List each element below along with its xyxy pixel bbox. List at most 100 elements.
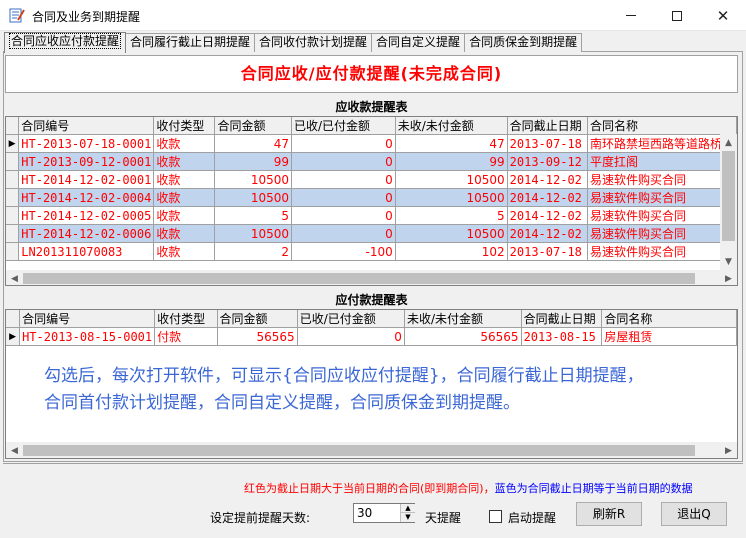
col-header[interactable]: 合同编号 xyxy=(19,310,156,328)
type-cell[interactable]: 收款 xyxy=(153,188,216,207)
table-row[interactable]: HT-2013-09-12-0001 收款 99 0 99 2013-09-12 平度扛阁 xyxy=(6,152,737,171)
scroll-left-icon[interactable]: ◀ xyxy=(6,442,23,458)
table-row[interactable]: HT-2014-12-02-0004 收款 10500 0 10500 2014-12-0… xyxy=(6,188,737,207)
paid-cell[interactable]: 0 xyxy=(291,206,396,225)
contract-name-cell[interactable]: 易速软件购买合同 xyxy=(587,188,737,207)
col-header[interactable]: 合同金额 xyxy=(214,117,292,135)
days-value[interactable]: 30 xyxy=(357,506,372,520)
contract-name-cell[interactable]: 南环路禁垣西路等道路桥梁 xyxy=(587,134,737,153)
amount-cell[interactable]: 10500 xyxy=(214,188,292,207)
due-date-cell[interactable]: 2013-09-12 xyxy=(507,152,588,171)
paid-cell[interactable]: 0 xyxy=(291,152,396,171)
col-header[interactable]: 合同编号 xyxy=(18,117,155,135)
amount-cell[interactable]: 10500 xyxy=(214,170,292,189)
contract-no-cell[interactable]: HT-2014-12-02-0004 xyxy=(18,188,155,207)
contract-name-cell[interactable]: 平度扛阁 xyxy=(587,152,737,171)
col-header[interactable]: 合同名称 xyxy=(587,117,737,135)
spin-down-icon[interactable]: ▼ xyxy=(401,513,415,522)
col-header[interactable]: 已收/已付金额 xyxy=(291,117,396,135)
col-header[interactable]: 合同名称 xyxy=(601,310,737,328)
unpaid-cell[interactable]: 10500 xyxy=(395,188,508,207)
receivable-vertical-scrollbar[interactable]: ▲ ▼ xyxy=(720,134,737,270)
days-spinner[interactable]: 30 ▲ ▼ xyxy=(353,503,415,523)
unpaid-cell[interactable]: 47 xyxy=(395,134,508,153)
paid-cell[interactable]: 0 xyxy=(297,327,405,346)
due-date-cell[interactable]: 2013-07-18 xyxy=(507,134,588,153)
startup-reminder-checkbox[interactable] xyxy=(489,510,502,523)
col-header[interactable]: 收付类型 xyxy=(153,117,216,135)
contract-no-cell[interactable]: HT-2013-09-12-0001 xyxy=(18,152,155,171)
scroll-thumb[interactable] xyxy=(722,151,735,241)
unpaid-cell[interactable]: 56565 xyxy=(404,327,522,346)
tab-custom-reminder[interactable]: 合同自定义提醒 xyxy=(371,33,466,52)
close-button[interactable]: ✕ xyxy=(700,0,746,31)
paid-cell[interactable]: 0 xyxy=(291,188,396,207)
startup-reminder-label[interactable]: 启动提醒 xyxy=(508,509,556,526)
contract-name-cell[interactable]: 易速软件购买合同 xyxy=(587,170,737,189)
due-date-cell[interactable]: 2013-08-15 xyxy=(521,327,603,346)
tab-receivable-payable[interactable]: 合同应收应付款提醒 xyxy=(4,32,127,53)
maximize-button[interactable] xyxy=(654,0,700,31)
amount-cell[interactable]: 99 xyxy=(214,152,292,171)
col-header[interactable]: 未收/未付金额 xyxy=(395,117,508,135)
receivable-grid[interactable]: 合同编号 收付类型 合同金额 已收/已付金额 未收/未付金额 合同截止日期 合同… xyxy=(5,116,738,286)
amount-cell[interactable]: 56565 xyxy=(217,327,298,346)
unpaid-cell[interactable]: 99 xyxy=(395,152,508,171)
due-date-cell[interactable]: 2014-12-02 xyxy=(507,224,588,243)
paid-cell[interactable]: 0 xyxy=(291,170,396,189)
col-header[interactable]: 合同截止日期 xyxy=(507,117,588,135)
scroll-left-icon[interactable]: ◀ xyxy=(6,270,23,285)
amount-cell[interactable]: 2 xyxy=(214,242,292,261)
table-row[interactable]: ▶ HT-2013-07-18-0001 收款 47 0 47 2013-07-18 南环路禁… xyxy=(6,134,737,153)
type-cell[interactable]: 收款 xyxy=(153,152,216,171)
paid-cell[interactable]: -100 xyxy=(291,242,396,261)
type-cell[interactable]: 收款 xyxy=(153,224,216,243)
scroll-down-icon[interactable]: ▼ xyxy=(720,253,737,270)
scroll-up-icon[interactable]: ▲ xyxy=(720,134,737,151)
scroll-thumb[interactable] xyxy=(23,273,695,284)
unpaid-cell[interactable]: 10500 xyxy=(395,224,508,243)
type-cell[interactable]: 收款 xyxy=(153,206,216,225)
minimize-button[interactable] xyxy=(608,0,654,31)
due-date-cell[interactable]: 2014-12-02 xyxy=(507,206,588,225)
contract-name-cell[interactable]: 易速软件购买合同 xyxy=(587,206,737,225)
paid-cell[interactable]: 0 xyxy=(291,134,396,153)
scroll-right-icon[interactable]: ▶ xyxy=(720,442,737,458)
payable-horizontal-scrollbar[interactable]: ◀ ▶ xyxy=(6,442,737,458)
contract-name-cell[interactable]: 易速软件购买合同 xyxy=(587,242,737,261)
paid-cell[interactable]: 0 xyxy=(291,224,396,243)
col-header[interactable]: 已收/已付金额 xyxy=(297,310,405,328)
tab-payment-plan[interactable]: 合同收付款计划提醒 xyxy=(254,33,373,52)
due-date-cell[interactable]: 2014-12-02 xyxy=(507,188,588,207)
scroll-right-icon[interactable]: ▶ xyxy=(720,270,737,285)
col-header[interactable]: 合同金额 xyxy=(217,310,298,328)
contract-no-cell[interactable]: HT-2013-08-15-0001 xyxy=(19,327,156,346)
type-cell[interactable]: 收款 xyxy=(153,170,216,189)
exit-button[interactable]: 退出Q xyxy=(661,502,727,526)
amount-cell[interactable]: 10500 xyxy=(214,224,292,243)
type-cell[interactable]: 付款 xyxy=(154,327,218,346)
unpaid-cell[interactable]: 102 xyxy=(395,242,508,261)
contract-name-cell[interactable]: 易速软件购买合同 xyxy=(587,224,737,243)
table-row[interactable]: HT-2014-12-02-0005 收款 5 0 5 2014-12-02 易速软件购买合… xyxy=(6,206,737,225)
unpaid-cell[interactable]: 10500 xyxy=(395,170,508,189)
tab-warranty-deposit[interactable]: 合同质保金到期提醒 xyxy=(464,33,583,52)
contract-no-cell[interactable]: HT-2014-12-02-0005 xyxy=(18,206,155,225)
table-row[interactable]: HT-2014-12-02-0001 收款 10500 0 10500 2014-12-0… xyxy=(6,170,737,189)
type-cell[interactable]: 收款 xyxy=(153,242,216,261)
amount-cell[interactable]: 5 xyxy=(214,206,292,225)
col-header[interactable]: 未收/未付金额 xyxy=(404,310,522,328)
spin-up-icon[interactable]: ▲ xyxy=(401,504,415,513)
tab-performance-deadline[interactable]: 合同履行截止日期提醒 xyxy=(125,33,256,52)
contract-no-cell[interactable]: HT-2014-12-02-0001 xyxy=(18,170,155,189)
col-header[interactable]: 合同截止日期 xyxy=(521,310,603,328)
table-row[interactable]: ▶ HT-2013-08-15-0001 付款 56565 0 56565 2013-08-… xyxy=(6,327,737,346)
due-date-cell[interactable]: 2014-12-02 xyxy=(507,170,588,189)
table-row[interactable]: HT-2014-12-02-0006 收款 10500 0 10500 2014-12-0… xyxy=(6,224,737,243)
contract-no-cell[interactable]: HT-2014-12-02-0006 xyxy=(18,224,155,243)
receivable-horizontal-scrollbar[interactable]: ◀ ▶ xyxy=(6,270,737,285)
amount-cell[interactable]: 47 xyxy=(214,134,292,153)
unpaid-cell[interactable]: 5 xyxy=(395,206,508,225)
contract-name-cell[interactable]: 房屋租赁 xyxy=(601,327,737,346)
refresh-button[interactable]: 刷新R xyxy=(576,502,642,526)
